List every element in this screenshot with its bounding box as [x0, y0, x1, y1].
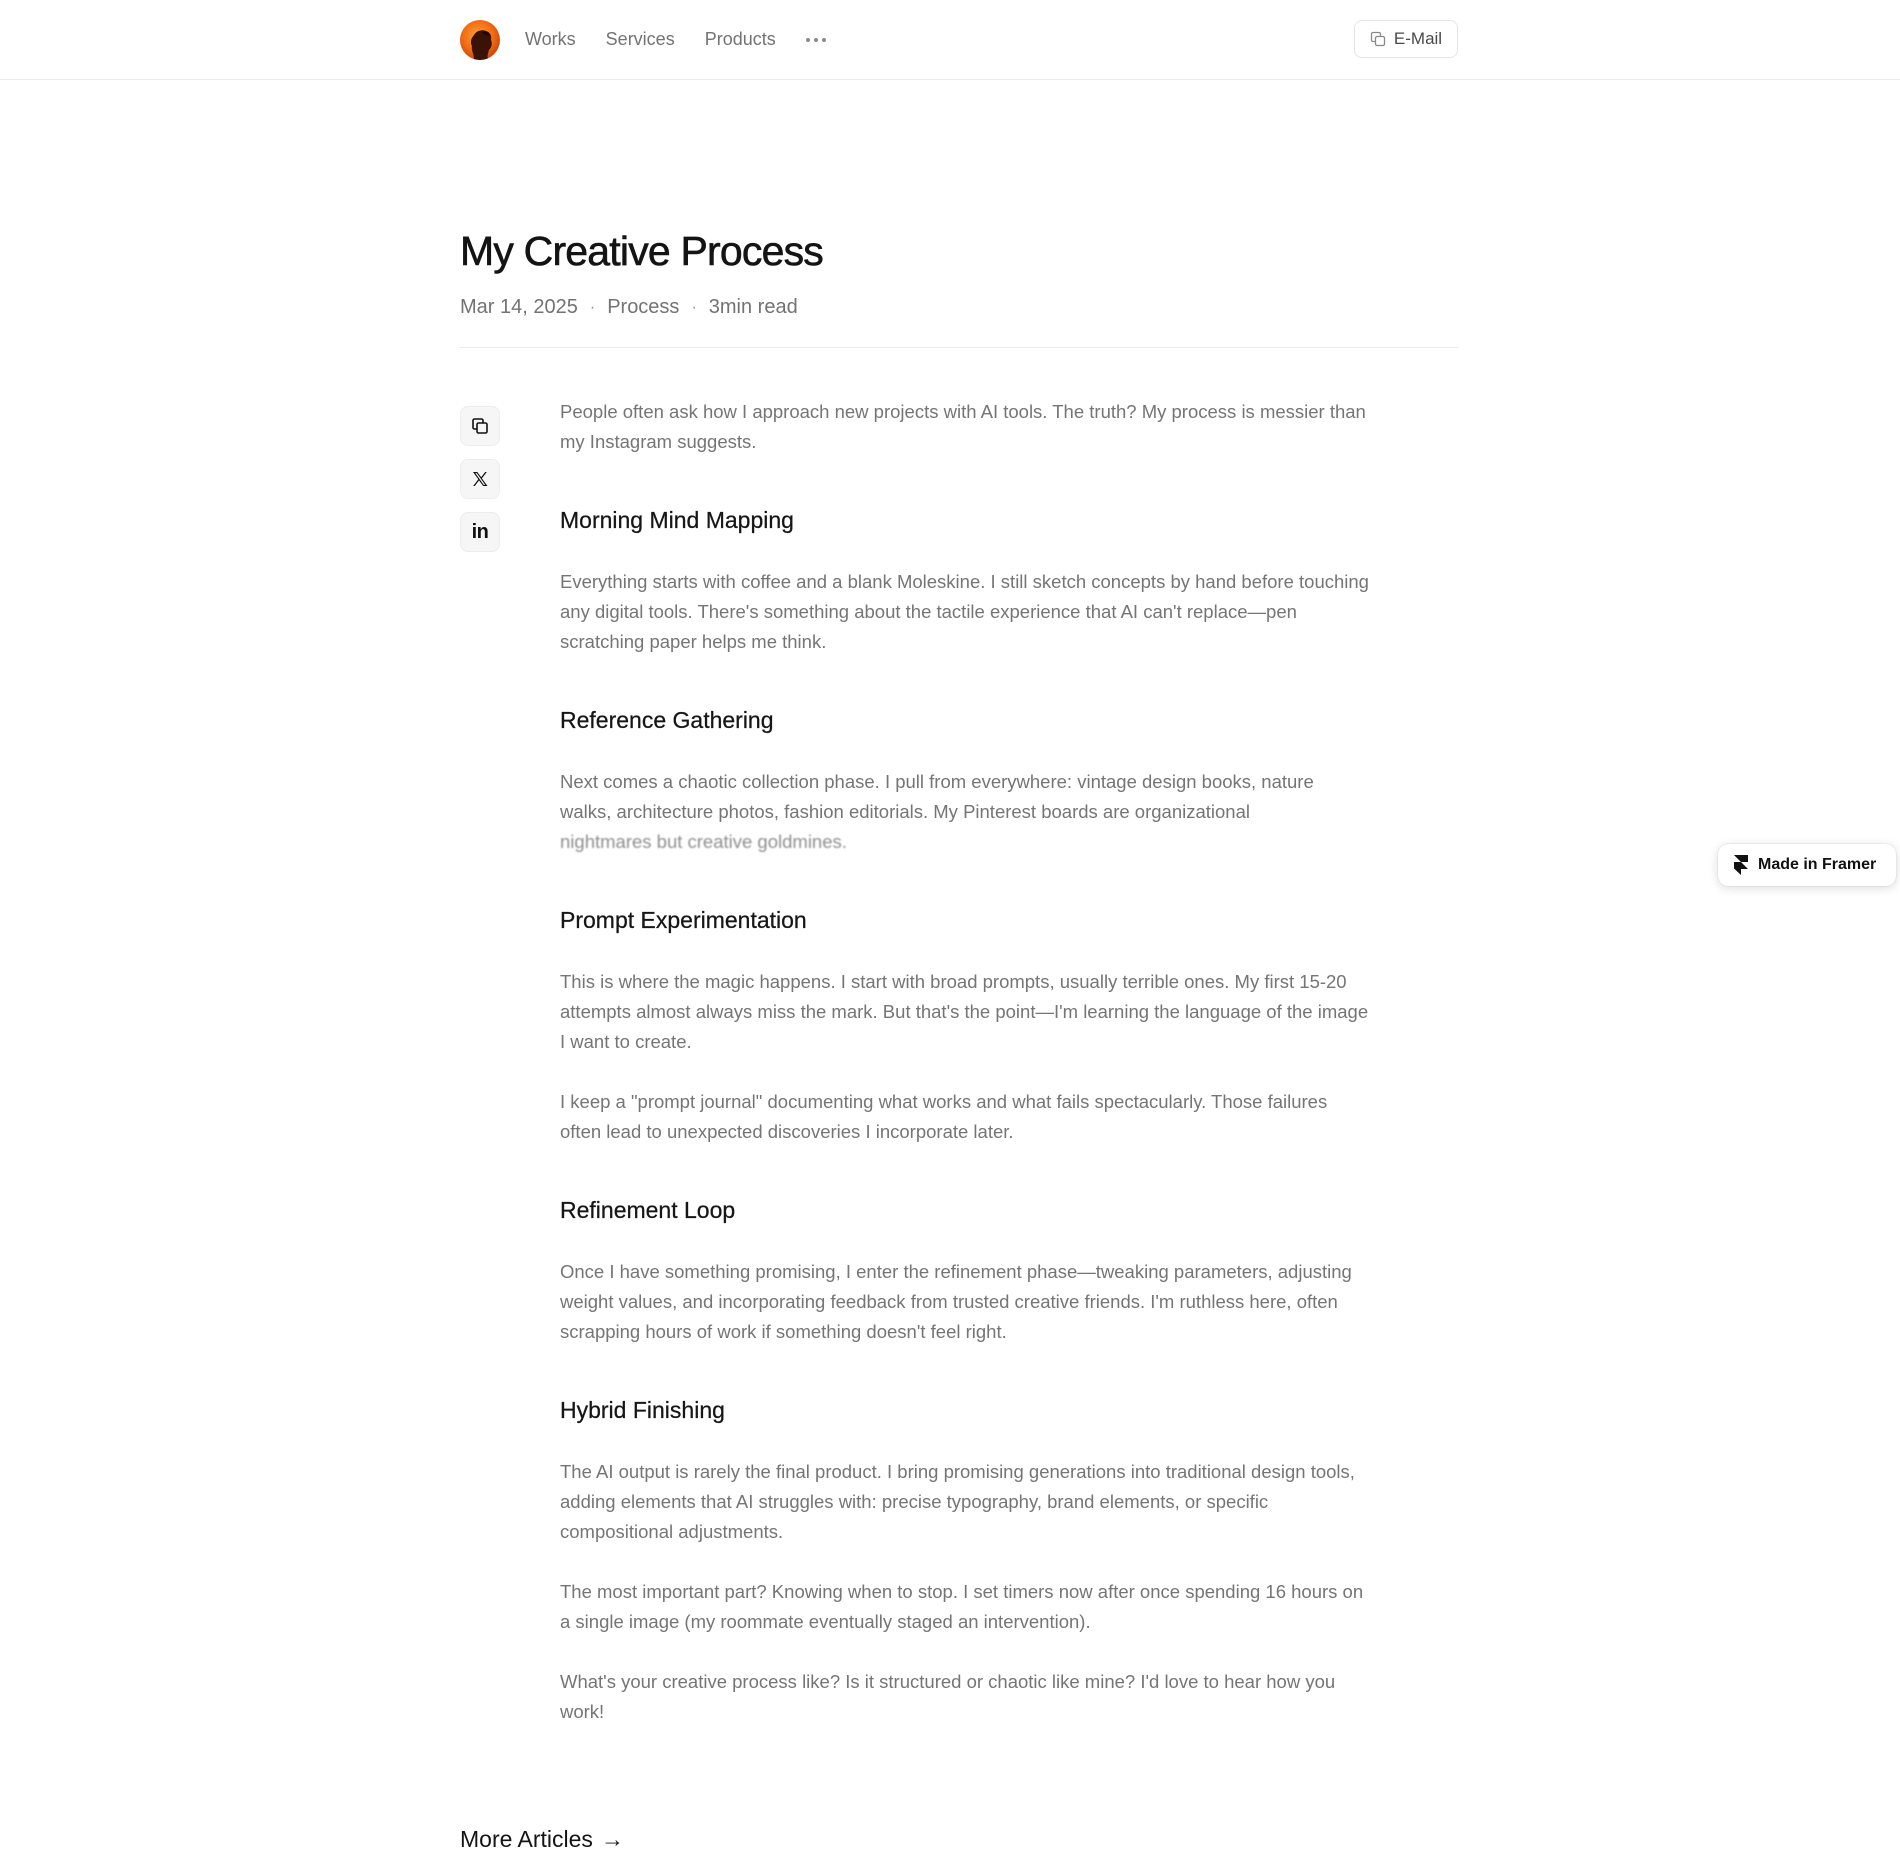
- section-paragraph: Next comes a chaotic collection phase. I…: [560, 771, 1314, 822]
- article-title: My Creative Process: [460, 228, 824, 275]
- copy-link-icon: [472, 418, 488, 434]
- section-paragraph: Once I have something promising, I enter…: [560, 1261, 1352, 1342]
- meta-separator: ·: [589, 298, 596, 316]
- article-category: Process: [607, 296, 680, 318]
- arrow-right-icon: →: [600, 1826, 624, 1852]
- nav-link-services[interactable]: Services: [606, 29, 675, 50]
- article-read-time: 3min read: [708, 296, 798, 318]
- section-paragraph: I keep a "prompt journal" documenting wh…: [560, 1091, 1328, 1142]
- copy-link-button[interactable]: [460, 406, 500, 446]
- more-articles-link[interactable]: More Articles →: [460, 1826, 624, 1853]
- section-heading: Refinement Loop: [560, 1197, 736, 1223]
- email-button-label: E-Mail: [1393, 29, 1443, 48]
- section-heading: Hybrid Finishing: [560, 1397, 725, 1423]
- section-paragraph: What's your creative process like? Is it…: [560, 1671, 1336, 1722]
- intro-paragraph: People often ask how I approach new proj…: [560, 401, 1366, 452]
- badge-label: Made in Framer: [1758, 856, 1877, 873]
- avatar-image: [460, 20, 500, 60]
- made-in-framer-badge[interactable]: Made in Framer: [1718, 844, 1896, 886]
- nav-link-works[interactable]: Works: [525, 29, 576, 50]
- share-x-button[interactable]: [460, 459, 500, 499]
- section-heading: Morning Mind Mapping: [560, 507, 794, 533]
- section-heading: Prompt Experimentation: [560, 907, 807, 933]
- framer-icon: [1734, 855, 1748, 875]
- article-date: Mar 14, 2025: [460, 296, 578, 318]
- meta-separator: ·: [691, 298, 697, 316]
- section-heading: Reference Gathering: [560, 707, 774, 733]
- email-button[interactable]: E-Mail: [1354, 20, 1458, 58]
- more-articles-label: More Articles: [460, 1826, 593, 1852]
- section-paragraph-faded: nightmares but creative goldmines.: [560, 831, 847, 852]
- nav-link-products[interactable]: Products: [705, 29, 776, 50]
- x-icon: [473, 472, 488, 486]
- article-meta: Mar 14, 2025 · Process · 3min read: [460, 296, 798, 319]
- section-paragraph: This is where the magic happens. I start…: [560, 971, 1369, 1052]
- section-paragraph: The most important part? Knowing when to…: [560, 1581, 1364, 1632]
- linkedin-icon: in: [471, 520, 489, 543]
- share-linkedin-button[interactable]: in: [460, 512, 500, 552]
- section-paragraph: The AI output is rarely the final produc…: [560, 1461, 1355, 1542]
- header-divider: [460, 347, 1459, 348]
- copy-icon: [1370, 31, 1386, 47]
- top-navigation-bar: Works Services Products E-Mail: [0, 0, 1900, 80]
- section-paragraph: Everything starts with coffee and a blan…: [560, 571, 1369, 652]
- ellipsis-icon[interactable]: [805, 30, 826, 50]
- main-nav: Works Services Products: [525, 0, 826, 79]
- avatar[interactable]: [460, 20, 500, 60]
